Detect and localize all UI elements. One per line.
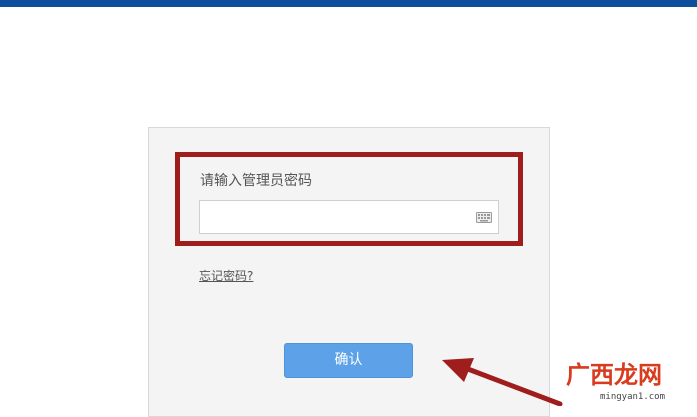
red-arrow-icon [442, 358, 563, 406]
watermark-url: mingyan1.com [600, 392, 666, 402]
watermark-name: 广西龙网 [566, 361, 662, 389]
keyboard-icon[interactable] [476, 212, 492, 223]
confirm-button[interactable]: 确认 [284, 343, 413, 378]
password-input[interactable] [199, 200, 499, 234]
password-label: 请输入管理员密码 [200, 173, 312, 189]
forgot-password-link[interactable]: 忘记密码? [199, 269, 253, 284]
top-bar [0, 0, 697, 7]
